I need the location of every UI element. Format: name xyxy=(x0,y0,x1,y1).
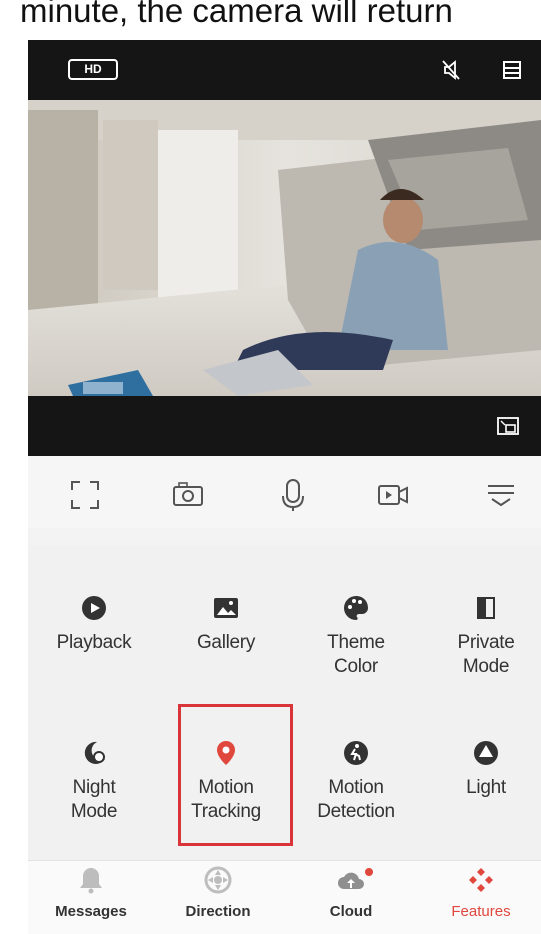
highlight-box xyxy=(178,704,293,846)
hd-quality-button[interactable]: HD xyxy=(68,59,118,80)
microphone-icon[interactable] xyxy=(276,478,310,512)
private-mode-icon xyxy=(477,597,495,619)
cloud-icon xyxy=(338,872,364,889)
motion-detection-icon xyxy=(344,741,368,765)
nav-features[interactable]: Features xyxy=(426,865,536,920)
feature-light[interactable]: Light xyxy=(426,740,541,800)
nav-label: Cloud xyxy=(329,903,373,920)
feature-playback[interactable]: Playback xyxy=(34,595,154,655)
record-video-icon[interactable] xyxy=(376,478,410,512)
feature-label: Private Mode xyxy=(457,632,515,677)
light-icon xyxy=(474,741,498,765)
fullscreen-icon[interactable] xyxy=(68,478,102,512)
nav-cloud[interactable]: Cloud xyxy=(296,865,406,920)
feature-motion-detection[interactable]: Motion Detection xyxy=(296,740,416,824)
picture-in-picture-icon[interactable] xyxy=(494,412,522,440)
image-icon xyxy=(214,598,238,618)
night-mode-icon xyxy=(84,741,105,764)
bottom-navigation: Messages Direction Cloud Features xyxy=(28,860,541,934)
camera-app-screen: HD Playback Gallery Theme Color Private … xyxy=(28,40,541,934)
nav-label: Messages xyxy=(55,903,127,920)
feature-gallery[interactable]: Gallery xyxy=(166,595,286,655)
video-frame xyxy=(28,100,541,396)
nav-messages[interactable]: Messages xyxy=(36,865,146,920)
live-video-feed[interactable] xyxy=(28,100,541,396)
feature-private-mode[interactable]: Private Mode xyxy=(426,595,541,679)
mute-icon[interactable] xyxy=(437,56,465,84)
features-icon xyxy=(469,868,493,892)
top-bar: HD xyxy=(28,40,541,100)
feature-label: Gallery xyxy=(196,632,256,653)
nav-direction[interactable]: Direction xyxy=(163,865,273,920)
bell-icon xyxy=(80,868,102,894)
feature-label: Light xyxy=(466,777,506,798)
feature-night-mode[interactable]: Night Mode xyxy=(34,740,154,824)
nav-label: Direction xyxy=(185,903,251,920)
feature-label: Theme Color xyxy=(327,632,385,677)
feature-label: Playback xyxy=(56,632,132,653)
screenshot-icon[interactable] xyxy=(171,478,205,512)
play-icon xyxy=(82,596,106,620)
more-icon[interactable] xyxy=(484,478,518,512)
feature-theme-color[interactable]: Theme Color xyxy=(296,595,416,679)
control-toolbar xyxy=(28,456,541,528)
cloud-badge-dot xyxy=(365,868,373,876)
instruction-caption: minute, the camera will return xyxy=(20,0,453,29)
feature-label: Night Mode xyxy=(70,777,118,822)
direction-icon xyxy=(204,866,232,894)
feature-label: Motion Detection xyxy=(317,777,395,822)
palette-icon xyxy=(344,596,368,620)
video-bottom-bar xyxy=(28,396,541,456)
nav-label: Features xyxy=(451,903,511,920)
menu-icon[interactable] xyxy=(498,56,526,84)
